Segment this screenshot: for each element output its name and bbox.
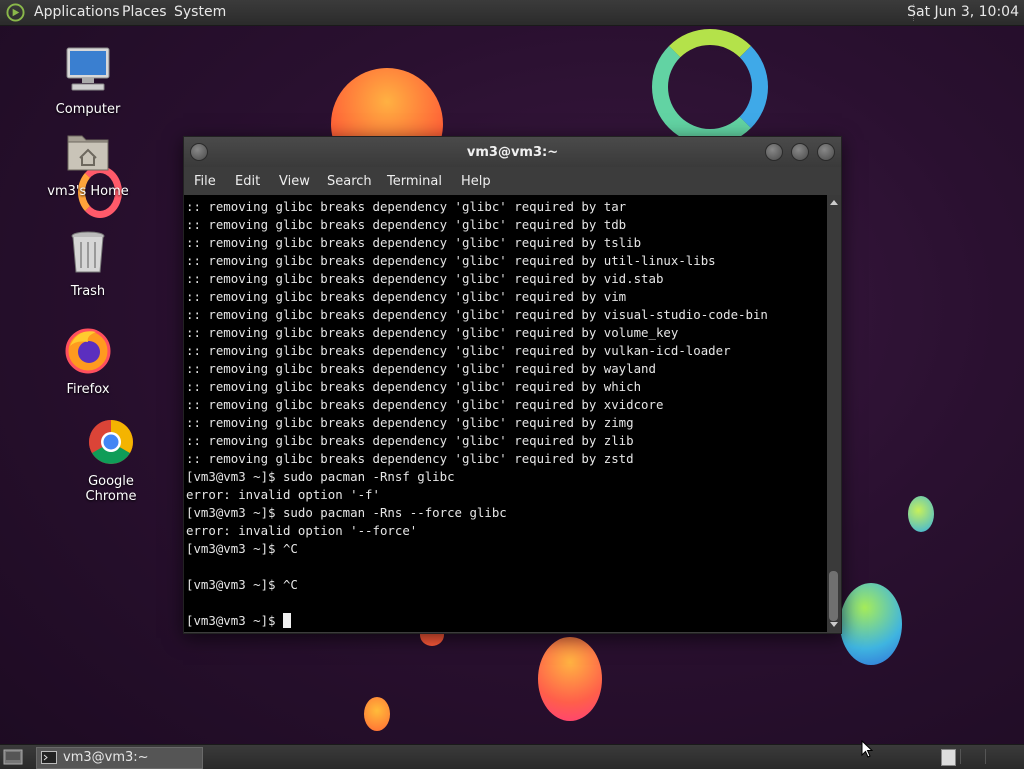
desktop-icon-firefox[interactable]: Firefox (38, 326, 138, 397)
terminal-window[interactable]: vm3@vm3:~ File Edit View Search Terminal… (183, 136, 842, 634)
menu-edit[interactable]: Edit (235, 174, 260, 189)
desktop-icon-label: Computer (55, 102, 121, 117)
terminal-line: :: removing glibc breaks dependency 'gli… (186, 271, 664, 286)
menu-help[interactable]: Help (461, 174, 491, 189)
system-menu[interactable]: System (174, 4, 226, 20)
trash-icon (71, 231, 105, 273)
terminal-prompt: [vm3@vm3 ~]$ (186, 613, 283, 628)
terminal-icon (41, 751, 57, 764)
wallpaper-pink-blob (538, 637, 602, 721)
terminal-line: :: removing glibc breaks dependency 'gli… (186, 343, 731, 358)
terminal-line: :: removing glibc breaks dependency 'gli… (186, 379, 642, 394)
scrollbar-thumb[interactable] (829, 571, 838, 621)
computer-icon (66, 47, 110, 91)
desktop-icon-label: Firefox (66, 382, 110, 397)
terminal-line: :: removing glibc breaks dependency 'gli… (186, 217, 627, 232)
desktop-icon-home[interactable]: vm3's Home (38, 128, 138, 199)
maximize-button[interactable] (791, 143, 809, 161)
minimize-button[interactable] (765, 143, 783, 161)
menu-file[interactable]: File (194, 174, 216, 189)
chrome-icon (89, 420, 133, 464)
terminal-line: :: removing glibc breaks dependency 'gli… (186, 199, 627, 214)
terminal-line: error: invalid option '--force' (186, 523, 418, 538)
desktop-icon-label: vm3's Home (47, 184, 129, 199)
scroll-up-arrow-icon[interactable] (830, 200, 838, 205)
top-panel: Applications Places System Sat Jun 3, 10… (0, 0, 1024, 26)
terminal-line: [vm3@vm3 ~]$ sudo pacman -Rnsf glibc (186, 469, 455, 484)
show-desktop-icon[interactable] (3, 748, 23, 766)
window-titlebar[interactable]: vm3@vm3:~ (184, 137, 841, 167)
terminal-scrollbar[interactable] (827, 195, 841, 632)
wallpaper-teal-blob (908, 496, 934, 532)
text-cursor (282, 613, 291, 628)
wallpaper-blue-blob (840, 583, 902, 665)
home-folder-icon (67, 135, 109, 171)
desktop-icon-chrome[interactable]: Google Chrome (61, 418, 161, 504)
terminal-line: :: removing glibc breaks dependency 'gli… (186, 433, 634, 448)
clock[interactable]: Sat Jun 3, 10:04 (907, 4, 1019, 20)
terminal-lines: :: removing glibc breaks dependency 'gli… (186, 198, 768, 630)
terminal-line: error: invalid option '-f' (186, 487, 380, 502)
desktop-icon-computer[interactable]: Computer (38, 46, 138, 117)
terminal-menubar: File Edit View Search Terminal Help (184, 167, 841, 195)
desktop-icon-label: Trash (70, 284, 106, 299)
terminal-prompt-line: [vm3@vm3 ~]$ (186, 612, 768, 630)
terminal-line: :: removing glibc breaks dependency 'gli… (186, 397, 664, 412)
terminal-line: :: removing glibc breaks dependency 'gli… (186, 415, 634, 430)
terminal-line: [vm3@vm3 ~]$ ^C (186, 577, 298, 592)
menu-terminal[interactable]: Terminal (387, 174, 442, 189)
terminal-line: :: removing glibc breaks dependency 'gli… (186, 307, 768, 322)
window-title: vm3@vm3:~ (466, 145, 559, 160)
terminal-line: :: removing glibc breaks dependency 'gli… (186, 325, 679, 340)
menu-search[interactable]: Search (327, 174, 372, 189)
terminal-line: [vm3@vm3 ~]$ ^C (186, 541, 298, 556)
terminal-line: :: removing glibc breaks dependency 'gli… (186, 361, 656, 376)
desktop-icon-label: Google Chrome (85, 474, 137, 504)
workspace-2[interactable] (960, 749, 977, 764)
mouse-pointer-icon (861, 740, 873, 758)
scroll-down-arrow-icon[interactable] (830, 622, 838, 627)
applications-menu[interactable]: Applications (34, 4, 120, 20)
wallpaper-small-orange-blob (364, 697, 390, 731)
terminal-line: :: removing glibc breaks dependency 'gli… (186, 451, 634, 466)
terminal-line: :: removing glibc breaks dependency 'gli… (186, 289, 627, 304)
terminal-output[interactable]: :: removing glibc breaks dependency 'gli… (184, 195, 827, 632)
close-button[interactable] (817, 143, 835, 161)
terminal-line: :: removing glibc breaks dependency 'gli… (186, 235, 642, 250)
terminal-line: [vm3@vm3 ~]$ sudo pacman -Rns --force gl… (186, 505, 507, 520)
menu-view[interactable]: View (279, 174, 310, 189)
workspace-3[interactable] (985, 749, 1002, 764)
desktop-icon-trash[interactable]: Trash (38, 228, 138, 299)
firefox-icon (65, 328, 111, 374)
taskbar-item-terminal[interactable]: vm3@vm3:~ (36, 747, 203, 769)
wallpaper-ring (652, 29, 768, 145)
taskbar-item-label: vm3@vm3:~ (63, 750, 149, 765)
terminal-line: :: removing glibc breaks dependency 'gli… (186, 253, 716, 268)
workspace-1[interactable] (941, 749, 956, 766)
places-menu[interactable]: Places (122, 4, 167, 20)
distro-logo-icon[interactable] (6, 3, 25, 22)
